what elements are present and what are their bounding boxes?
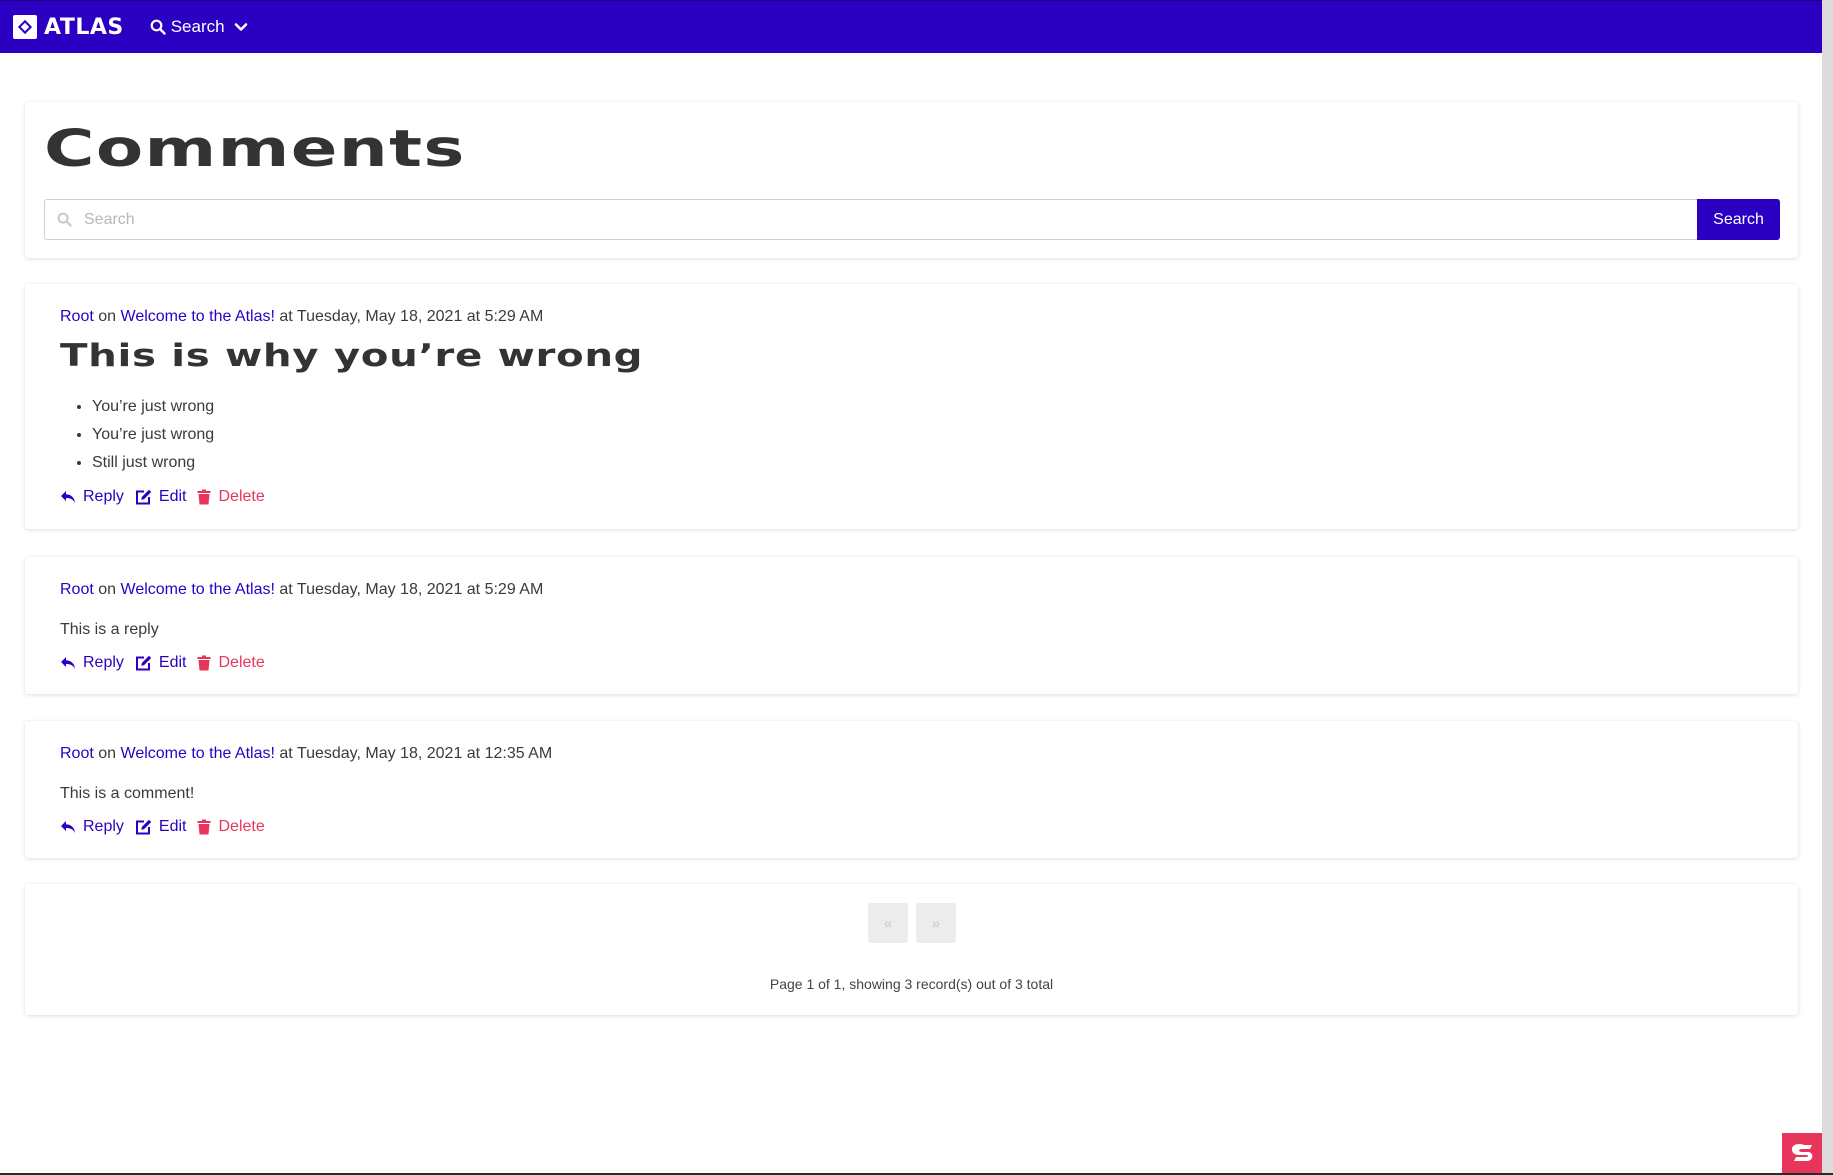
- search-icon: [57, 212, 72, 227]
- comment-meta: Root on Welcome to the Atlas! at Tuesday…: [60, 308, 543, 326]
- search-input[interactable]: [84, 210, 1642, 229]
- post-link[interactable]: Welcome to the Atlas!: [121, 581, 275, 598]
- reply-label: Reply: [83, 654, 124, 671]
- comment-body: This is a reply: [60, 621, 159, 638]
- comment-meta: Root on Welcome to the Atlas! at Tuesday…: [60, 745, 552, 763]
- comment-actions: Reply Edit Delete: [60, 654, 276, 672]
- edit-icon: [135, 819, 152, 835]
- pagination-info: Page 1 of 1, showing 3 record(s) out of …: [769, 976, 1054, 992]
- page-title: Comments: [44, 120, 466, 179]
- page: ATLAS Search Comments Search Root on Wel…: [0, 0, 1822, 1173]
- diamond-logo-icon: [13, 15, 37, 39]
- on-text: on: [98, 745, 117, 762]
- search-icon: [150, 19, 166, 35]
- reply-button[interactable]: Reply: [60, 818, 124, 836]
- reply-icon: [61, 821, 75, 833]
- author-link[interactable]: Root: [60, 308, 94, 325]
- author-link[interactable]: Root: [60, 745, 94, 762]
- comment-body: This is a comment!: [60, 785, 195, 802]
- edit-label: Edit: [158, 488, 187, 505]
- search-button[interactable]: Search: [1697, 199, 1780, 240]
- next-page-button[interactable]: »: [916, 903, 956, 943]
- reply-icon: [61, 491, 75, 503]
- comment-card: Root on Welcome to the Atlas! at Tuesday…: [25, 721, 1798, 858]
- delete-button[interactable]: Delete: [197, 818, 265, 836]
- nav-search-label: Search: [170, 17, 225, 36]
- list-item: Still just wrong: [92, 453, 214, 481]
- comment-heading: This is why you’re wrong: [60, 338, 644, 374]
- edit-button[interactable]: Edit: [135, 654, 187, 672]
- list-item: You’re just wrong: [92, 425, 214, 453]
- delete-button[interactable]: Delete: [197, 488, 265, 506]
- comment-list: You’re just wrong You’re just wrong Stil…: [92, 397, 214, 481]
- edit-button[interactable]: Edit: [135, 818, 187, 836]
- pagination-controls: « »: [868, 903, 964, 943]
- comment-actions: Reply Edit Delete: [60, 818, 276, 836]
- trash-icon: [197, 489, 211, 505]
- top-navbar: ATLAS Search: [0, 0, 1822, 53]
- comment-actions: Reply Edit Delete: [60, 488, 276, 506]
- scrollbar[interactable]: [1822, 0, 1833, 1175]
- edit-icon: [135, 655, 152, 671]
- delete-label: Delete: [218, 818, 265, 835]
- comment-card: Root on Welcome to the Atlas! at Tuesday…: [25, 557, 1798, 694]
- post-link[interactable]: Welcome to the Atlas!: [121, 308, 275, 325]
- reply-label: Reply: [83, 488, 124, 505]
- author-link[interactable]: Root: [60, 581, 94, 598]
- trash-icon: [197, 819, 211, 835]
- brand-name: ATLAS: [44, 14, 124, 40]
- comment-meta: Root on Welcome to the Atlas! at Tuesday…: [60, 581, 543, 599]
- delete-button[interactable]: Delete: [197, 654, 265, 672]
- edit-label: Edit: [158, 818, 187, 835]
- comment-date: at Tuesday, May 18, 2021 at 12:35 AM: [279, 745, 553, 762]
- edit-icon: [135, 489, 152, 505]
- comment-card: Root on Welcome to the Atlas! at Tuesday…: [25, 284, 1798, 529]
- reply-label: Reply: [83, 818, 124, 835]
- app-badge-icon[interactable]: [1782, 1133, 1822, 1173]
- reply-button[interactable]: Reply: [60, 488, 124, 506]
- reply-icon: [61, 657, 75, 669]
- chevron-down-icon: [234, 23, 247, 31]
- search-field[interactable]: [44, 199, 1697, 240]
- reply-button[interactable]: Reply: [60, 654, 124, 672]
- on-text: on: [98, 308, 117, 325]
- prev-page-button[interactable]: «: [868, 903, 908, 943]
- comments-header-card: Comments Search: [25, 102, 1798, 258]
- post-link[interactable]: Welcome to the Atlas!: [121, 745, 275, 762]
- list-item: You’re just wrong: [92, 397, 214, 425]
- edit-label: Edit: [158, 654, 187, 671]
- edit-button[interactable]: Edit: [135, 488, 187, 506]
- trash-icon: [197, 655, 211, 671]
- pagination-card: « » Page 1 of 1, showing 3 record(s) out…: [25, 884, 1798, 1015]
- comment-date: at Tuesday, May 18, 2021 at 5:29 AM: [279, 308, 544, 325]
- brand-link[interactable]: ATLAS: [13, 15, 124, 40]
- comment-date: at Tuesday, May 18, 2021 at 5:29 AM: [279, 581, 544, 598]
- delete-label: Delete: [218, 488, 265, 505]
- delete-label: Delete: [218, 654, 265, 671]
- search-bar: Search: [44, 199, 1780, 240]
- nav-search-dropdown[interactable]: Search: [150, 17, 248, 37]
- on-text: on: [98, 581, 117, 598]
